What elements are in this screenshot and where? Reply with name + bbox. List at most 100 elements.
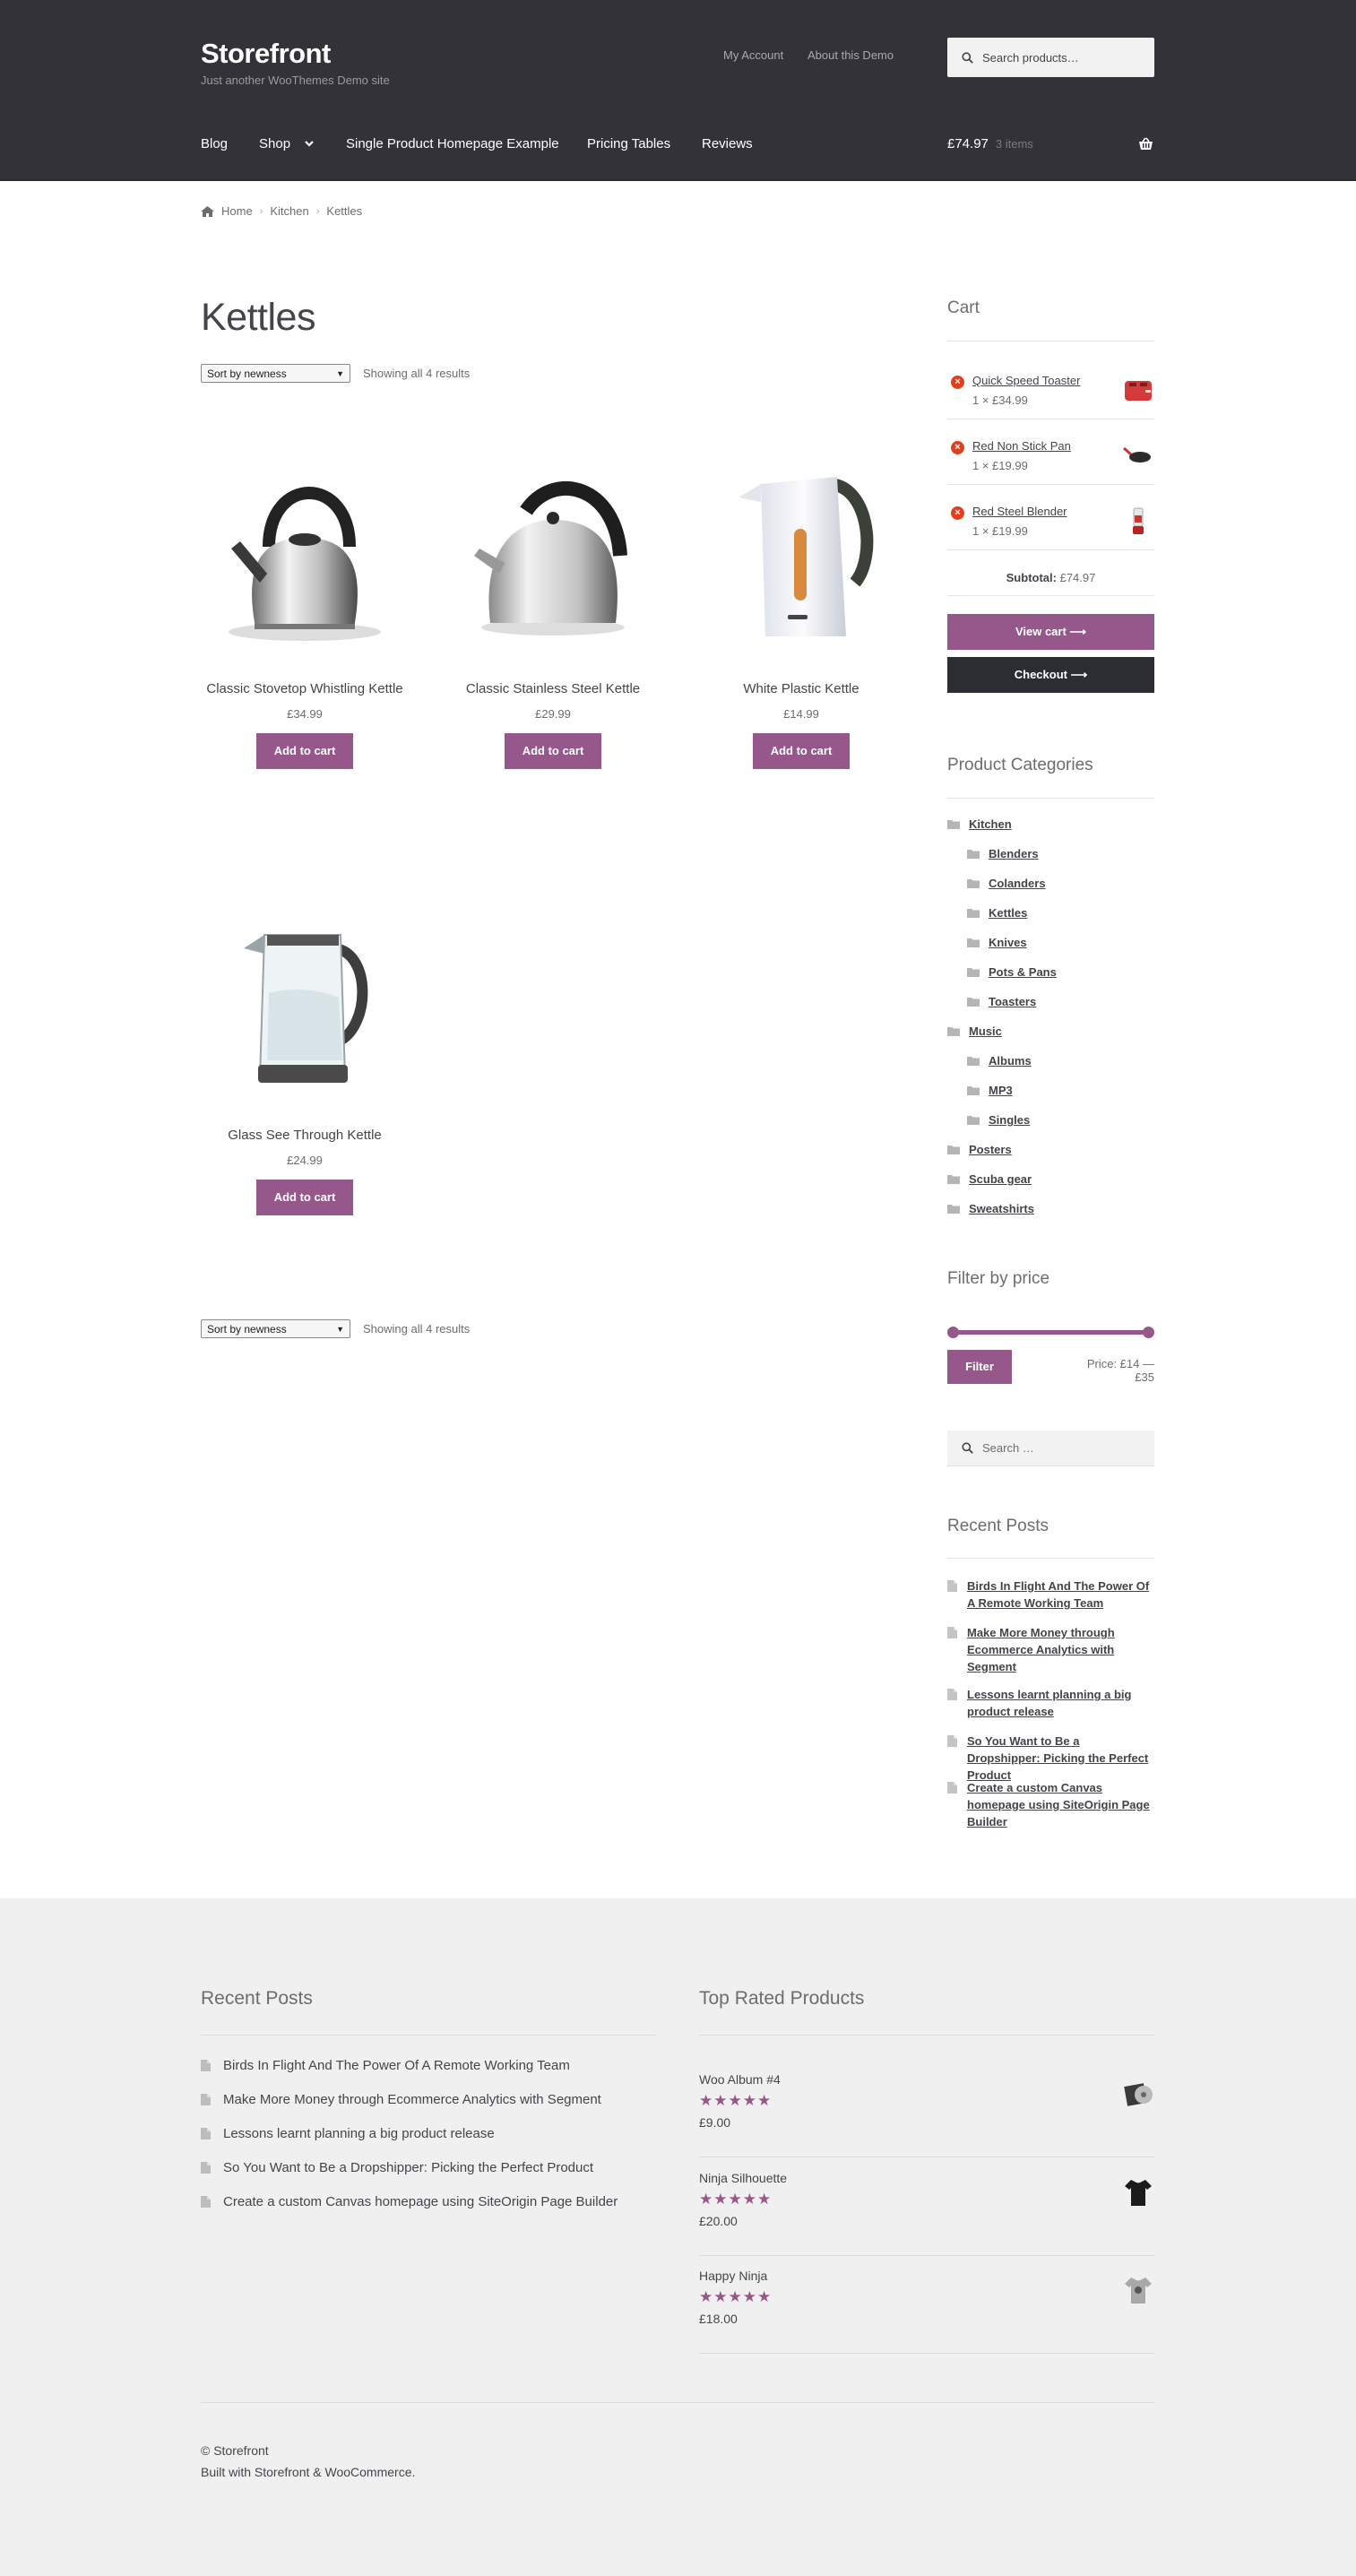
recent-post-link[interactable]: Lessons learnt planning a big product re… [947, 1686, 1154, 1720]
blog-search-input[interactable]: Search … [947, 1431, 1154, 1466]
recent-post-title: Create a custom Canvas homepage using Si… [967, 1781, 1150, 1828]
category-link[interactable]: Blenders [967, 847, 1039, 860]
category-link[interactable]: Singles [967, 1113, 1030, 1127]
folder-icon [947, 1175, 960, 1184]
folder-icon [967, 909, 980, 918]
document-icon [201, 2094, 211, 2105]
category-label: Posters [969, 1143, 1012, 1156]
filter-button[interactable]: Filter [947, 1350, 1012, 1384]
product-search-input[interactable]: Search products… [947, 38, 1154, 77]
product-card: Glass See Through Kettle £24.99 Add to c… [201, 877, 409, 1215]
add-to-cart-button[interactable]: Add to cart [504, 733, 602, 769]
category-link[interactable]: Kitchen [947, 817, 1012, 831]
nav-blog[interactable]: Blog [201, 136, 228, 151]
basket-icon[interactable] [1138, 137, 1153, 153]
top-rated-price: £20.00 [699, 2214, 738, 2228]
category-link[interactable]: Pots & Pans [967, 965, 1057, 979]
category-label: Albums [989, 1054, 1032, 1068]
folder-icon [967, 879, 980, 888]
category-label: MP3 [989, 1084, 1013, 1097]
result-count: Showing all 4 results [363, 1322, 471, 1336]
mini-cart-item: × Red Non Stick Pan 1 × £19.99 [947, 439, 1154, 475]
star-rating: ★★★★★ [699, 2288, 773, 2305]
category-link[interactable]: Music [947, 1024, 1002, 1038]
remove-item-icon[interactable]: × [951, 441, 964, 454]
toaster-thumbnail [1125, 381, 1152, 401]
recent-post-link[interactable]: Make More Money through Ecommerce Analyt… [947, 1624, 1154, 1675]
mini-cart-item-name[interactable]: Red Non Stick Pan [972, 439, 1071, 453]
checkout-button[interactable]: Checkout ⟶ [947, 657, 1154, 693]
result-count: Showing all 4 results [363, 367, 471, 380]
footer-recent-post-link[interactable]: Create a custom Canvas homepage using Si… [201, 2194, 618, 2209]
site-title[interactable]: Storefront [201, 38, 331, 70]
category-link[interactable]: Posters [947, 1143, 1012, 1156]
arrow-right-icon: ⟶ [1069, 625, 1087, 638]
remove-item-icon[interactable]: × [951, 506, 964, 520]
sort-select-top[interactable]: Sort by newness ▼ [201, 364, 350, 383]
nav-shop[interactable]: Shop [259, 136, 290, 151]
product-name[interactable]: White Plastic Kettle [743, 681, 859, 696]
breadcrumb-kitchen[interactable]: Kitchen [270, 204, 308, 218]
recent-post-link[interactable]: Create a custom Canvas homepage using Si… [947, 1779, 1154, 1830]
category-link[interactable]: Colanders [967, 877, 1046, 890]
category-link[interactable]: Kettles [967, 906, 1027, 920]
category-link[interactable]: MP3 [967, 1084, 1013, 1097]
top-rated-name[interactable]: Ninja Silhouette [699, 2171, 787, 2185]
sort-select-bottom[interactable]: Sort by newness ▼ [201, 1319, 350, 1338]
category-link[interactable]: Knives [967, 936, 1027, 949]
footer-recent-post-link[interactable]: Lessons learnt planning a big product re… [201, 2126, 495, 2141]
product-name[interactable]: Classic Stovetop Whistling Kettle [206, 681, 402, 696]
header-cart[interactable]: £74.97 3 items [947, 136, 1033, 151]
category-link[interactable]: Scuba gear [947, 1172, 1032, 1186]
chevron-down-icon[interactable] [304, 137, 315, 151]
product-card: Classic Stovetop Whistling Kettle £34.99… [201, 430, 409, 769]
about-demo-link[interactable]: About this Demo [808, 48, 894, 62]
site-tagline: Just another WooThemes Demo site [201, 73, 390, 87]
category-link[interactable]: Sweatshirts [947, 1202, 1034, 1215]
product-name[interactable]: Classic Stainless Steel Kettle [466, 681, 640, 696]
header-divider [0, 179, 1356, 181]
category-link[interactable]: Toasters [967, 995, 1036, 1008]
top-rated-name[interactable]: Woo Album #4 [699, 2072, 781, 2087]
remove-item-icon[interactable]: × [951, 376, 964, 389]
product-image-plastic-kettle[interactable] [697, 430, 905, 681]
nav-reviews[interactable]: Reviews [702, 136, 753, 151]
add-to-cart-button[interactable]: Add to cart [255, 1180, 354, 1215]
price-slider-max-handle[interactable] [1143, 1327, 1154, 1338]
nav-single-product-homepage[interactable]: Single Product Homepage Example [346, 136, 559, 151]
recent-post-title: Make More Money through Ecommerce Analyt… [967, 1626, 1115, 1673]
category-label: Toasters [989, 995, 1037, 1008]
breadcrumb-current: Kettles [326, 204, 363, 218]
mini-cart-item-name[interactable]: Quick Speed Toaster [972, 374, 1080, 387]
product-name[interactable]: Glass See Through Kettle [228, 1128, 382, 1143]
footer-recent-post-title: Birds In Flight And The Power Of A Remot… [223, 2058, 570, 2073]
recent-post-link[interactable]: Birds In Flight And The Power Of A Remot… [947, 1578, 1154, 1612]
category-link[interactable]: Albums [967, 1054, 1032, 1068]
nav-pricing-tables[interactable]: Pricing Tables [587, 136, 670, 151]
footer-recent-post-link[interactable]: Make More Money through Ecommerce Analyt… [201, 2092, 601, 2107]
footer-recent-post-link[interactable]: So You Want to Be a Dropshipper: Picking… [201, 2160, 593, 2175]
recent-post-link[interactable]: So You Want to Be a Dropshipper: Picking… [947, 1733, 1154, 1784]
view-cart-label: View cart [1015, 625, 1067, 638]
page-title: Kettles [201, 296, 315, 339]
view-cart-button[interactable]: View cart ⟶ [947, 614, 1154, 650]
product-image-glass-kettle[interactable] [201, 877, 409, 1128]
footer-recent-post-link[interactable]: Birds In Flight And The Power Of A Remot… [201, 2058, 570, 2073]
add-to-cart-button[interactable]: Add to cart [255, 733, 354, 769]
breadcrumb-home[interactable]: Home [221, 204, 253, 218]
chevron-right-icon: › [259, 205, 263, 217]
category-label: Colanders [989, 877, 1046, 890]
mini-cart-item-name[interactable]: Red Steel Blender [972, 505, 1067, 518]
footer-recent-post-title: So You Want to Be a Dropshipper: Picking… [223, 2160, 594, 2175]
price-filter-title: Filter by price [947, 1269, 1050, 1288]
product-image-stainless-kettle[interactable] [449, 430, 657, 681]
product-image-stovetop-kettle[interactable] [201, 430, 409, 681]
folder-icon [947, 1145, 960, 1154]
credit-link[interactable]: Built with Storefront & WooCommerce. [201, 2465, 415, 2479]
my-account-link[interactable]: My Account [723, 48, 783, 62]
top-rated-name[interactable]: Happy Ninja [699, 2269, 767, 2283]
recent-post-title: Birds In Flight And The Power Of A Remot… [967, 1579, 1150, 1610]
price-slider-min-handle[interactable] [947, 1327, 959, 1338]
sort-select-value: Sort by newness [207, 1322, 287, 1336]
add-to-cart-button[interactable]: Add to cart [752, 733, 851, 769]
